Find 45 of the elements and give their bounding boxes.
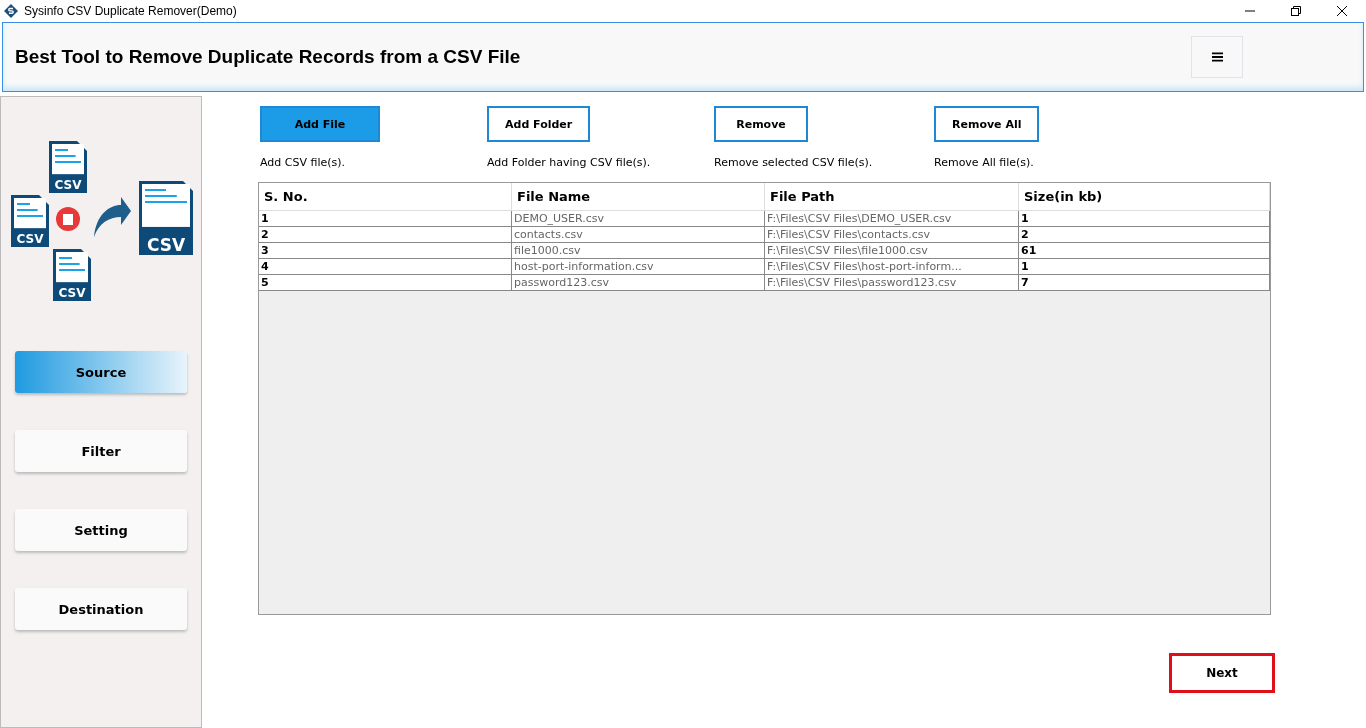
action-hint: Add CSV file(s). (260, 156, 347, 169)
table-cell: 1 (259, 211, 512, 226)
table-cell: host-port-information.csv (512, 259, 765, 274)
table-cell: 1 (1019, 259, 1270, 274)
sidebar-tab[interactable]: Setting (15, 509, 187, 551)
app-logo-icon (4, 4, 18, 18)
column-header: Size(in kb) (1019, 183, 1270, 210)
table-cell: F:\Files\CSV Files\host-port-inform... (765, 259, 1019, 274)
table-cell: F:\Files\CSV Files\password123.csv (765, 275, 1019, 290)
action-hint: Remove All file(s). (934, 156, 1035, 169)
header-title: Best Tool to Remove Duplicate Records from a CSV File (15, 46, 521, 68)
table-cell: contacts.csv (512, 227, 765, 242)
table-cell: 61 (1019, 243, 1270, 258)
table-cell: 7 (1019, 275, 1270, 290)
action-button[interactable]: Remove All (934, 106, 1040, 142)
action-hint: Add Folder having CSV file(s). (487, 156, 652, 169)
sidebar-tab[interactable]: Destination (15, 588, 187, 630)
table-cell: F:\Files\CSV Files\contacts.csv (765, 227, 1019, 242)
action-button[interactable]: Add Folder (487, 106, 591, 142)
table-cell: 2 (1019, 227, 1270, 242)
table-cell: 2 (259, 227, 512, 242)
table-cell: F:\Files\CSV Files\DEMO_USER.csv (765, 211, 1019, 226)
close-icon[interactable] (1336, 5, 1348, 17)
action-button[interactable]: Add File (260, 106, 380, 142)
column-header: File Path (765, 183, 1019, 210)
table-cell: DEMO_USER.csv (512, 211, 765, 226)
sidebar-tab[interactable]: Source (15, 351, 187, 393)
menu-button[interactable] (1191, 36, 1243, 78)
action-button[interactable]: Remove (714, 106, 808, 142)
table-cell: F:\Files\CSV Files\file1000.csv (765, 243, 1019, 258)
table-cell: file1000.csv (512, 243, 765, 258)
table-cell: 3 (259, 243, 512, 258)
sidebar-tab[interactable]: Filter (15, 430, 187, 472)
csv-merge-drawing: CSV CSV CSV CSV (1, 97, 201, 317)
window-title: Sysinfo CSV Duplicate Remover(Demo) (24, 4, 237, 18)
menu-icon (1211, 52, 1223, 62)
table-cell: 4 (259, 259, 512, 274)
table-cell: password123.csv (512, 275, 765, 290)
table-cell: 5 (259, 275, 512, 290)
column-header: File Name (512, 183, 765, 210)
action-hint: Remove selected CSV file(s). (714, 156, 874, 169)
restore-icon[interactable] (1290, 5, 1302, 17)
table-cell: 1 (1019, 211, 1270, 226)
column-header: S. No. (259, 183, 512, 210)
next-button[interactable]: Next (1169, 653, 1275, 693)
